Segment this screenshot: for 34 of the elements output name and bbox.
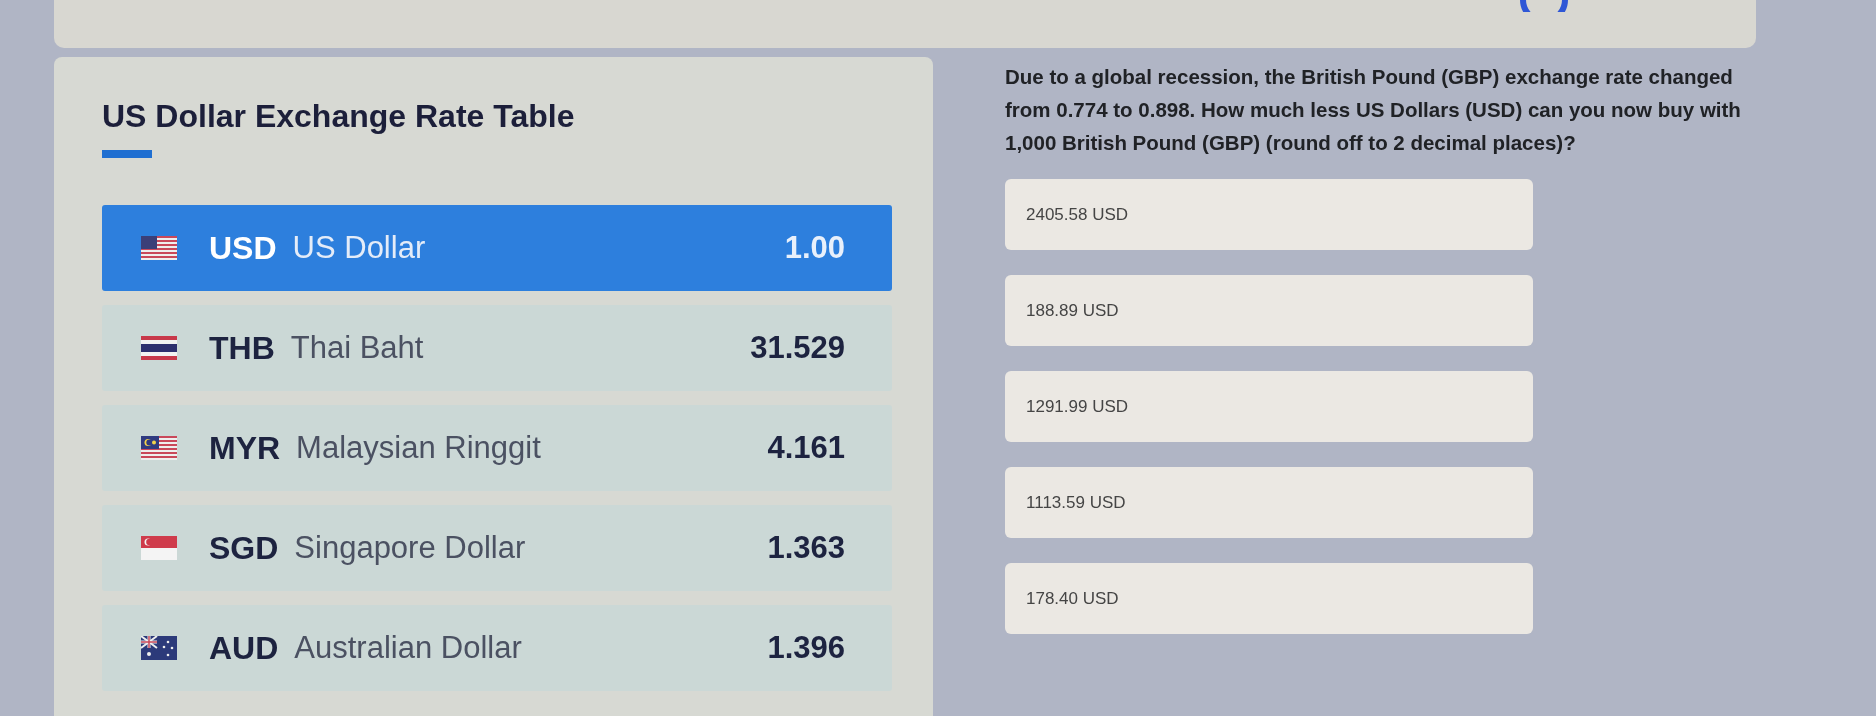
currency-code: MYR [209,429,281,467]
singapore-flag-icon [141,536,177,560]
currency-code: THB [209,329,275,367]
answer-option[interactable]: 1291.99 USD [1005,371,1533,442]
ring-icon [1520,0,1568,12]
currency-row[interactable]: AUD Australian Dollar 1.396 [102,605,892,691]
currency-row[interactable]: USD US Dollar 1.00 [102,205,892,291]
exchange-rate: 4.161 [767,429,845,467]
answer-option[interactable]: 2405.58 USD [1005,179,1533,250]
currency-code: SGD [209,529,279,567]
australian-flag-icon [141,636,177,660]
exchange-rate: 1.363 [767,529,845,567]
currency-name: US Dollar [292,229,426,267]
currency-name: Thai Baht [290,329,424,367]
table-title: US Dollar Exchange Rate Table [102,97,576,135]
currency-name: Singapore Dollar [294,529,526,567]
question-text: Due to a global recession, the British Pound (GBP) exchange rate changed from 0.774 to 0.898. How much less US Dollars (USD) can you now buy with 1,000 British Pound (GBP) (round off to 2 decimal places)? [1005,64,1742,156]
exchange-rate: 1.396 [767,629,845,667]
currency-name: Malaysian Ringgit [296,429,541,467]
answer-option[interactable]: 178.40 USD [1005,563,1533,634]
currency-row[interactable]: SGD Singapore Dollar 1.363 [102,505,892,591]
exchange-rate: 31.529 [750,329,845,367]
title-underline [102,150,152,158]
thai-flag-icon [141,336,177,360]
currency-code: USD [209,229,277,267]
answer-option[interactable]: 188.89 USD [1005,275,1533,346]
us-flag-icon [141,236,177,260]
malaysian-flag-icon [141,436,177,460]
exchange-rate: 1.00 [784,229,845,267]
currency-name: Australian Dollar [294,629,522,667]
currency-code: AUD [209,629,279,667]
currency-row[interactable]: MYR Malaysian Ringgit 4.161 [102,405,892,491]
currency-row[interactable]: THB Thai Baht 31.529 [102,305,892,391]
answer-option[interactable]: 1113.59 USD [1005,467,1533,538]
